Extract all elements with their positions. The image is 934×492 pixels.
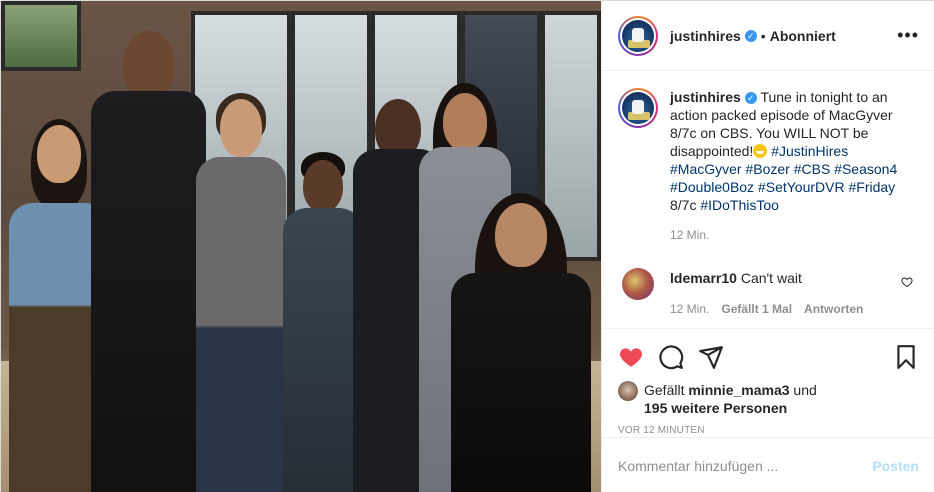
likes-others-link[interactable]: 195 weitere Personen: [644, 400, 787, 416]
commenter-username[interactable]: ldemarr10: [670, 270, 737, 286]
follow-status-button[interactable]: Abonniert: [770, 28, 836, 44]
comments-section: justinhires ✓ Tune in tonight to an actio…: [602, 72, 934, 328]
verified-badge-icon: ✓: [744, 29, 757, 42]
grinning-emoji-icon: [753, 144, 768, 158]
person: [91, 13, 206, 492]
hashtag-link[interactable]: #Double0Boz #SetYourDVR #Friday: [670, 179, 895, 195]
caption: justinhires ✓ Tune in tonight to an actio…: [618, 88, 919, 214]
caption-time-text: 8/7c: [670, 197, 697, 213]
post-comment-button[interactable]: Posten: [872, 458, 919, 474]
comment-time[interactable]: 12 Min.: [670, 302, 709, 316]
post-timestamp[interactable]: VOR 12 MINUTEN: [618, 425, 919, 436]
caption-username[interactable]: justinhires: [670, 89, 741, 105]
comment-likes-button[interactable]: Gefällt 1 Mal: [721, 302, 792, 316]
post-photo[interactable]: [1, 1, 601, 492]
author-avatar[interactable]: [618, 15, 658, 56]
post-sidebar: justinhires ✓ • Abonniert ••• justinhire…: [601, 1, 934, 492]
liker-avatar[interactable]: [618, 381, 638, 401]
comment-icon[interactable]: [658, 344, 684, 370]
comment-like-heart-icon[interactable]: [901, 276, 913, 288]
likes-joiner: und: [793, 382, 817, 398]
likes-summary: Gefällt minnie_mama3 und 195 weitere Per…: [618, 381, 919, 417]
add-comment-bar: Posten: [602, 437, 934, 492]
commenter-avatar[interactable]: [622, 268, 654, 300]
hashtag-link[interactable]: #MacGyver #Bozer #CBS #Season4: [670, 161, 897, 177]
person: [283, 78, 363, 492]
hashtag-link[interactable]: #IDoThisToo: [700, 197, 779, 213]
reply-button[interactable]: Antworten: [804, 302, 863, 316]
separator: •: [760, 27, 766, 44]
post-header: justinhires ✓ • Abonniert •••: [602, 1, 934, 71]
post-actions: Gefällt minnie_mama3 und 195 weitere Per…: [602, 328, 934, 436]
comment-input[interactable]: [618, 457, 873, 474]
person: [451, 193, 591, 492]
comment-item: ldemarr10 Can't wait 12 Min. Gefällt 1 M…: [618, 268, 919, 316]
window: [1, 1, 81, 71]
instagram-post: justinhires ✓ • Abonniert ••• justinhire…: [0, 0, 934, 492]
verified-badge-icon: ✓: [744, 92, 757, 105]
hashtag-link[interactable]: #JustinHires: [771, 143, 848, 159]
more-options-icon[interactable]: •••: [897, 25, 919, 46]
person: [196, 53, 286, 492]
caption-text: justinhires ✓ Tune in tonight to an actio…: [670, 88, 910, 214]
likes-prefix: Gefällt: [644, 382, 685, 398]
heart-icon[interactable]: [618, 344, 644, 370]
share-icon[interactable]: [698, 344, 724, 370]
caption-time[interactable]: 12 Min.: [670, 228, 919, 242]
author-username[interactable]: justinhires: [670, 28, 741, 44]
bookmark-icon[interactable]: [893, 344, 919, 370]
caption-avatar[interactable]: [618, 88, 658, 128]
comment-text: Can't wait: [740, 270, 802, 286]
liker-username[interactable]: minnie_mama3: [688, 382, 789, 398]
